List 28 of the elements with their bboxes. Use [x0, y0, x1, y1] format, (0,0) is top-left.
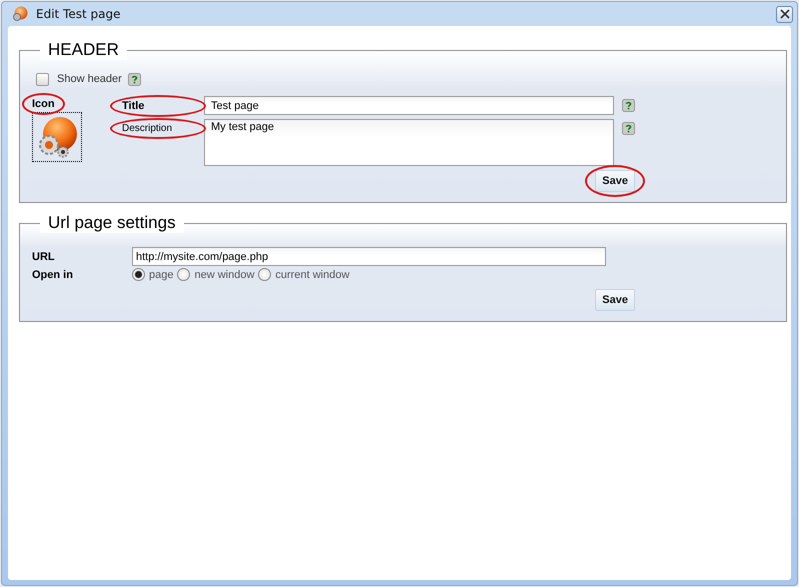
radio-button[interactable] — [177, 268, 190, 281]
field-label: Title — [122, 100, 144, 112]
close-icon — [780, 9, 790, 19]
help-icon[interactable] — [128, 72, 141, 86]
radio-label: new window — [194, 268, 254, 280]
field-label: Icon — [32, 98, 55, 110]
field-label: URL — [32, 250, 56, 262]
radio-label: page — [149, 268, 174, 280]
radio-button[interactable] — [258, 268, 272, 281]
window-title: Edit Test page — [36, 7, 122, 21]
text-area[interactable]: My test page — [204, 119, 614, 166]
field-label: Open in — [32, 268, 74, 280]
close-button[interactable] — [776, 6, 793, 22]
help-icon[interactable] — [622, 99, 635, 112]
input-field[interactable]: http://mysite.com/page.php — [132, 247, 606, 266]
checkbox[interactable] — [36, 72, 49, 86]
page-icon[interactable] — [32, 112, 82, 162]
save-button[interactable]: Save — [595, 289, 635, 311]
help-icon[interactable] — [622, 122, 635, 135]
checkbox-label: Show header — [57, 73, 122, 85]
field-label: Description — [122, 123, 172, 134]
section-title: HEADER — [40, 40, 127, 60]
input-field[interactable]: Test page — [204, 96, 614, 115]
radio-label: current window — [275, 268, 350, 280]
save-button[interactable]: Save — [595, 170, 635, 192]
section-title: Url page settings — [40, 213, 184, 233]
app-icon — [12, 6, 28, 22]
radio-button[interactable] — [132, 268, 145, 281]
